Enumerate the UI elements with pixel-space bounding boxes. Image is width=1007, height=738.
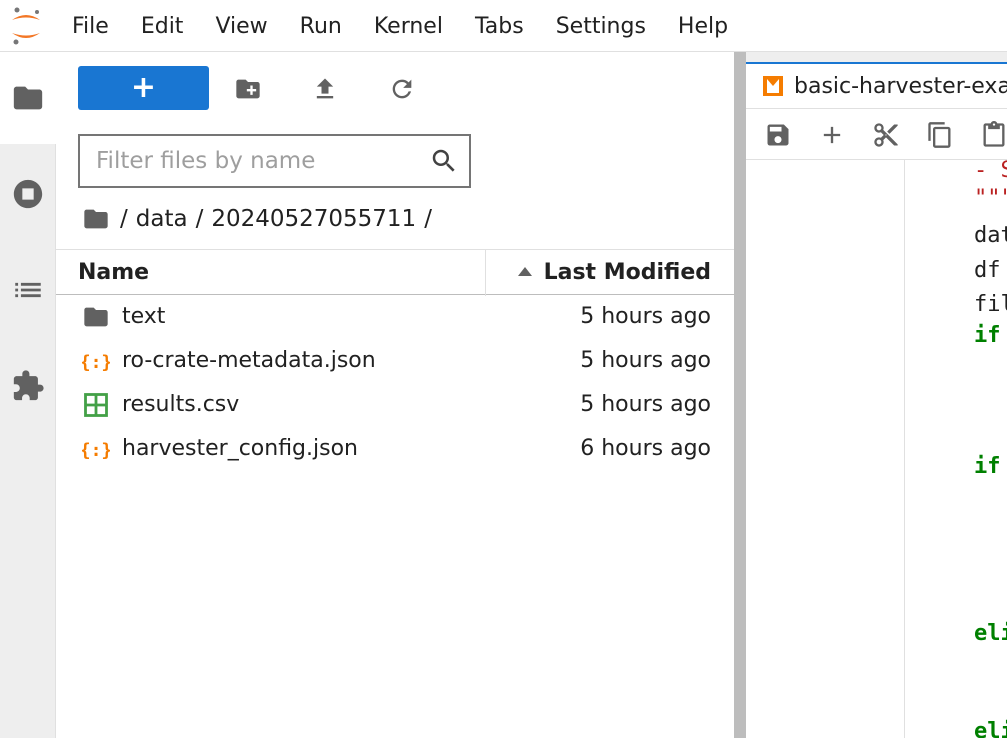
filter-files-input[interactable] [80, 136, 420, 186]
menu-tabs[interactable]: Tabs [475, 14, 524, 39]
breadcrumb: / data / 20240527055711 / [82, 202, 440, 236]
code-line[interactable]: if [974, 454, 1001, 479]
refresh-icon [392, 79, 412, 99]
notebook-tab[interactable]: basic-harvester-exar [746, 62, 1007, 108]
code-line[interactable]: """ [974, 186, 1007, 211]
refresh-button[interactable] [387, 74, 417, 104]
jupyter-logo-icon[interactable] [8, 6, 44, 46]
cut-button[interactable] [872, 121, 900, 149]
folder-icon [13, 86, 43, 110]
file-row-results-csv[interactable]: results.csv 5 hours ago [56, 383, 734, 427]
save-button[interactable] [764, 121, 792, 149]
folder-icon[interactable] [82, 205, 110, 233]
menu-kernel[interactable]: Kernel [374, 14, 443, 39]
tab-bar: basic-harvester-exar [746, 52, 1007, 108]
file-modified: 5 hours ago [580, 348, 711, 373]
stop-circle-icon [13, 179, 43, 209]
svg-text:{:}: {:} [82, 352, 110, 373]
panel-splitter[interactable] [734, 52, 746, 738]
menu-run[interactable]: Run [300, 14, 342, 39]
file-name: ro-crate-metadata.json [122, 348, 376, 373]
code-line[interactable]: eli [974, 719, 1007, 738]
code-line[interactable]: eli [974, 621, 1007, 646]
breadcrumb-separator: / [120, 206, 128, 232]
copy-button[interactable] [926, 121, 954, 149]
scissors-icon [874, 123, 898, 147]
folder-icon [84, 307, 108, 327]
spreadsheet-icon [84, 393, 108, 417]
list-icon [15, 282, 41, 298]
sort-ascending-icon [518, 267, 532, 276]
code-line[interactable]: if [974, 323, 1001, 348]
column-modified-header[interactable]: Last Modified [544, 250, 711, 296]
menu-bar: File Edit View Run Kernel Tabs Settings … [0, 0, 1007, 52]
notebook-icon [763, 76, 783, 96]
upload-icon [316, 78, 334, 99]
save-icon [767, 124, 789, 146]
code-line[interactable]: dat [974, 223, 1007, 248]
file-row-text[interactable]: text 5 hours ago [56, 295, 734, 339]
listing-header: Name Last Modified [56, 249, 734, 296]
file-modified: 5 hours ago [580, 304, 711, 329]
svg-text:{:}: {:} [82, 440, 110, 461]
activity-sidebar [0, 52, 56, 738]
new-folder-icon [236, 79, 260, 99]
json-icon: {:} [82, 352, 110, 373]
file-name: text [122, 304, 166, 329]
menu-help[interactable]: Help [678, 14, 728, 39]
upload-button[interactable] [310, 74, 340, 104]
breadcrumb-current[interactable]: 20240527055711 [211, 206, 416, 232]
code-line[interactable]: - S [974, 158, 1007, 183]
menu-file[interactable]: File [72, 14, 109, 39]
new-folder-button[interactable] [233, 74, 263, 104]
breadcrumb-separator: / [195, 206, 204, 232]
code-line[interactable]: df [974, 258, 1001, 283]
insert-cell-button[interactable] [818, 121, 846, 149]
search-icon [432, 149, 455, 172]
clipboard-icon [983, 121, 1005, 147]
file-name: harvester_config.json [122, 436, 358, 461]
file-modified: 5 hours ago [580, 392, 711, 417]
file-row-harvester-config[interactable]: {:} harvester_config.json 6 hours ago [56, 427, 734, 471]
plus-icon [823, 126, 841, 144]
breadcrumb-data[interactable]: data [136, 206, 188, 232]
notebook-toolbar [746, 108, 1007, 160]
file-browser-tab[interactable] [0, 52, 56, 144]
file-row-ro-crate-metadata[interactable]: {:} ro-crate-metadata.json 5 hours ago [56, 339, 734, 383]
column-name-header[interactable]: Name [78, 250, 149, 296]
copy-icon [928, 122, 951, 148]
table-of-contents-tab[interactable] [0, 244, 56, 336]
menu-items: File Edit View Run Kernel Tabs Settings … [72, 0, 760, 52]
json-icon: {:} [82, 440, 110, 461]
file-browser-panel: + / data / 20240527055711 / Name Last Mo… [56, 52, 734, 738]
new-launcher-button[interactable]: + [78, 66, 209, 110]
cell-gutter-divider [904, 160, 905, 738]
running-terminals-tab[interactable] [0, 148, 56, 240]
menu-edit[interactable]: Edit [141, 14, 184, 39]
filter-box [78, 134, 471, 188]
code-line[interactable]: fil [974, 292, 1007, 317]
menu-settings[interactable]: Settings [556, 14, 646, 39]
menu-view[interactable]: View [215, 14, 267, 39]
puzzle-icon [13, 370, 44, 401]
file-list: text 5 hours ago {:} ro-crate-metadata.j… [56, 295, 734, 471]
new-button-label: + [130, 70, 157, 105]
file-name: results.csv [122, 392, 240, 417]
notebook-panel: basic-harvester-exar - S """ dat df fil … [746, 52, 1007, 738]
file-modified: 6 hours ago [580, 436, 711, 461]
paste-button[interactable] [980, 121, 1007, 149]
breadcrumb-separator: / [424, 206, 432, 232]
notebook-tab-title: basic-harvester-exar [794, 73, 1007, 99]
extensions-tab[interactable] [0, 340, 56, 432]
column-divider [485, 250, 486, 296]
